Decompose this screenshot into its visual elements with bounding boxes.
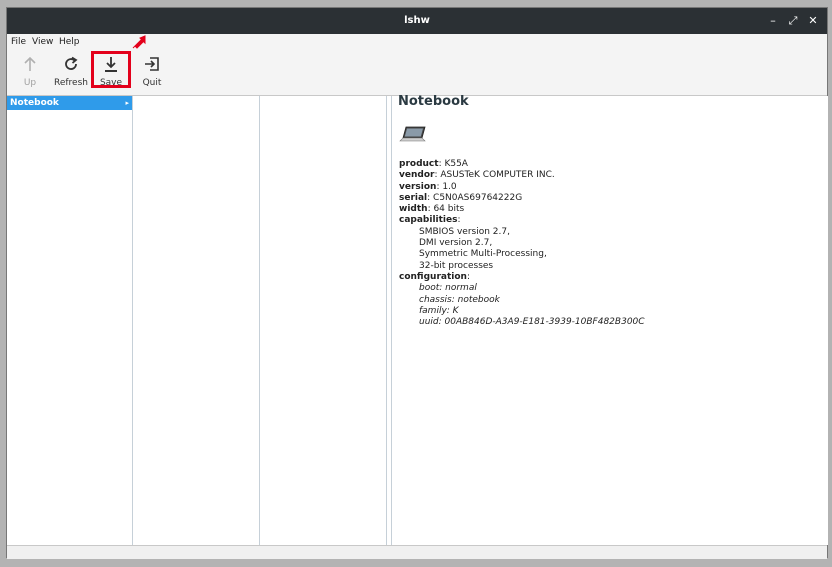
refresh-button[interactable]: Refresh bbox=[52, 54, 90, 92]
expand-arrow-icon: ▸ bbox=[125, 99, 129, 107]
pointer-arrow-icon bbox=[132, 35, 146, 49]
prop-width: width: 64 bits bbox=[399, 204, 465, 215]
tree-column-2[interactable] bbox=[133, 96, 260, 545]
details-panel: Notebook product: K55A vendor: ASUSTeK C… bbox=[391, 94, 828, 545]
details-properties: product: K55A vendor: ASUSTeK COMPUTER I… bbox=[399, 159, 819, 328]
content-panes: Notebook ▸ Notebook product: K55A vendor… bbox=[7, 94, 828, 545]
title-bar[interactable]: lshw – ⤢ ✕ bbox=[7, 8, 827, 34]
lshw-window: lshw – ⤢ ✕ File View Help Up Refresh Sav… bbox=[6, 7, 828, 559]
window-title: lshw bbox=[404, 15, 430, 26]
capability-item: 32-bit processes bbox=[419, 260, 494, 271]
configuration-item: boot: normal bbox=[419, 283, 477, 294]
quit-label: Quit bbox=[142, 78, 162, 88]
configuration-item: family: K bbox=[419, 305, 459, 316]
tree-item-notebook[interactable]: Notebook ▸ bbox=[7, 96, 132, 110]
tree-column-3[interactable] bbox=[260, 96, 387, 545]
capability-item: SMBIOS version 2.7, bbox=[419, 226, 510, 237]
save-highlight-box bbox=[91, 51, 131, 88]
menu-view[interactable]: View bbox=[32, 37, 53, 47]
tree-column-1[interactable]: Notebook ▸ bbox=[7, 96, 133, 545]
capability-item: DMI version 2.7, bbox=[419, 238, 493, 249]
prop-vendor: vendor: ASUSTeK COMPUTER INC. bbox=[399, 170, 555, 181]
up-label: Up bbox=[23, 78, 37, 88]
arrow-up-icon bbox=[11, 56, 49, 78]
tree-item-label: Notebook bbox=[10, 98, 59, 108]
status-bar bbox=[7, 545, 827, 559]
close-icon[interactable]: ✕ bbox=[804, 8, 822, 34]
prop-product: product: K55A bbox=[399, 159, 468, 169]
details-heading: Notebook bbox=[398, 94, 469, 109]
menu-bar: File View Help bbox=[7, 34, 827, 52]
laptop-icon bbox=[399, 126, 426, 142]
maximize-icon[interactable]: ⤢ bbox=[784, 8, 802, 34]
menu-file[interactable]: File bbox=[11, 37, 26, 47]
quit-button[interactable]: Quit bbox=[133, 54, 171, 92]
prop-configuration: configuration: bbox=[399, 271, 470, 282]
refresh-icon bbox=[52, 56, 90, 78]
refresh-label: Refresh bbox=[54, 78, 88, 88]
menu-help[interactable]: Help bbox=[59, 37, 80, 47]
prop-serial: serial: C5N0AS69764222G bbox=[399, 192, 523, 203]
minimize-icon[interactable]: – bbox=[764, 8, 782, 34]
configuration-item: chassis: notebook bbox=[419, 294, 500, 305]
up-button[interactable]: Up bbox=[11, 54, 49, 92]
exit-icon bbox=[133, 56, 171, 78]
prop-capabilities: capabilities: bbox=[399, 215, 461, 226]
capability-item: Symmetric Multi-Processing, bbox=[419, 249, 547, 260]
configuration-item: uuid: 00AB846D-A3A9-E181-3939-10BF482B30… bbox=[419, 317, 645, 328]
prop-version: version: 1.0 bbox=[399, 181, 457, 192]
